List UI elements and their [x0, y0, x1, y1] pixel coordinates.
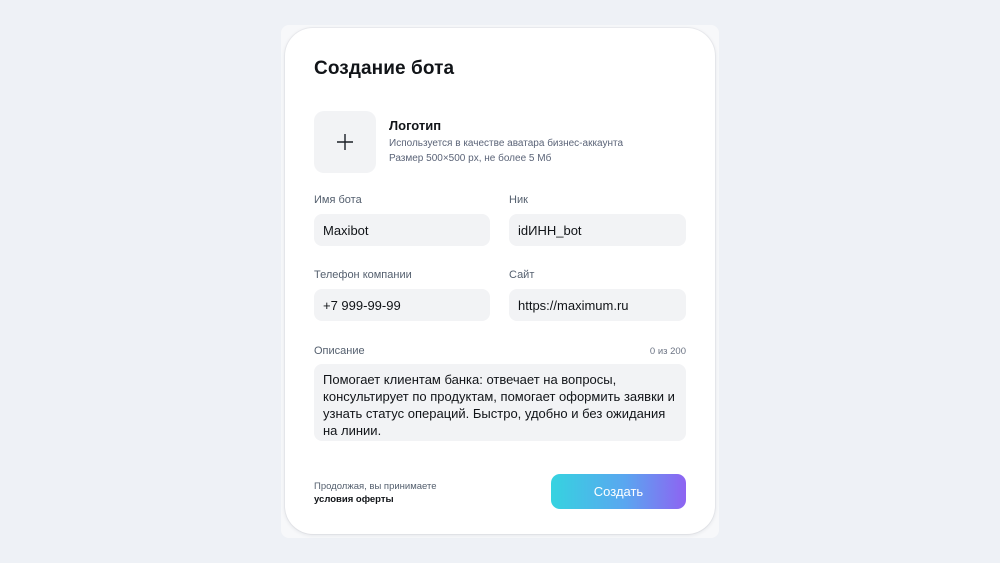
- description-textarea[interactable]: Помогает клиентам банка: отвечает на воп…: [314, 364, 686, 441]
- bot-name-label: Имя бота: [314, 194, 362, 206]
- logo-size-hint: Размер 500×500 px, не более 5 Мб: [389, 153, 552, 164]
- plus-icon: [337, 134, 353, 150]
- phone-label: Телефон компании: [314, 269, 412, 281]
- page-title: Создание бота: [314, 58, 455, 79]
- description-label: Описание: [314, 345, 365, 357]
- nick-input[interactable]: idИНН_bot: [509, 214, 686, 246]
- logo-hint: Используется в качестве аватара бизнес-а…: [389, 138, 624, 149]
- terms-link[interactable]: условия оферты: [314, 494, 394, 505]
- bot-name-input[interactable]: Maxibot: [314, 214, 490, 246]
- terms-text: Продолжая, вы принимаете: [314, 481, 437, 492]
- logo-title: Логотип: [389, 118, 442, 133]
- nick-label: Ник: [509, 194, 528, 206]
- logo-upload-button[interactable]: [314, 111, 376, 173]
- character-counter: 0 из 200: [649, 346, 686, 357]
- site-label: Сайт: [509, 269, 535, 281]
- phone-input[interactable]: +7 999-99-99: [314, 289, 490, 321]
- create-bot-card: Создание бота Логотип Используется в кач…: [285, 28, 715, 534]
- create-button[interactable]: Создать: [551, 474, 686, 509]
- site-input[interactable]: https://maximum.ru: [509, 289, 686, 321]
